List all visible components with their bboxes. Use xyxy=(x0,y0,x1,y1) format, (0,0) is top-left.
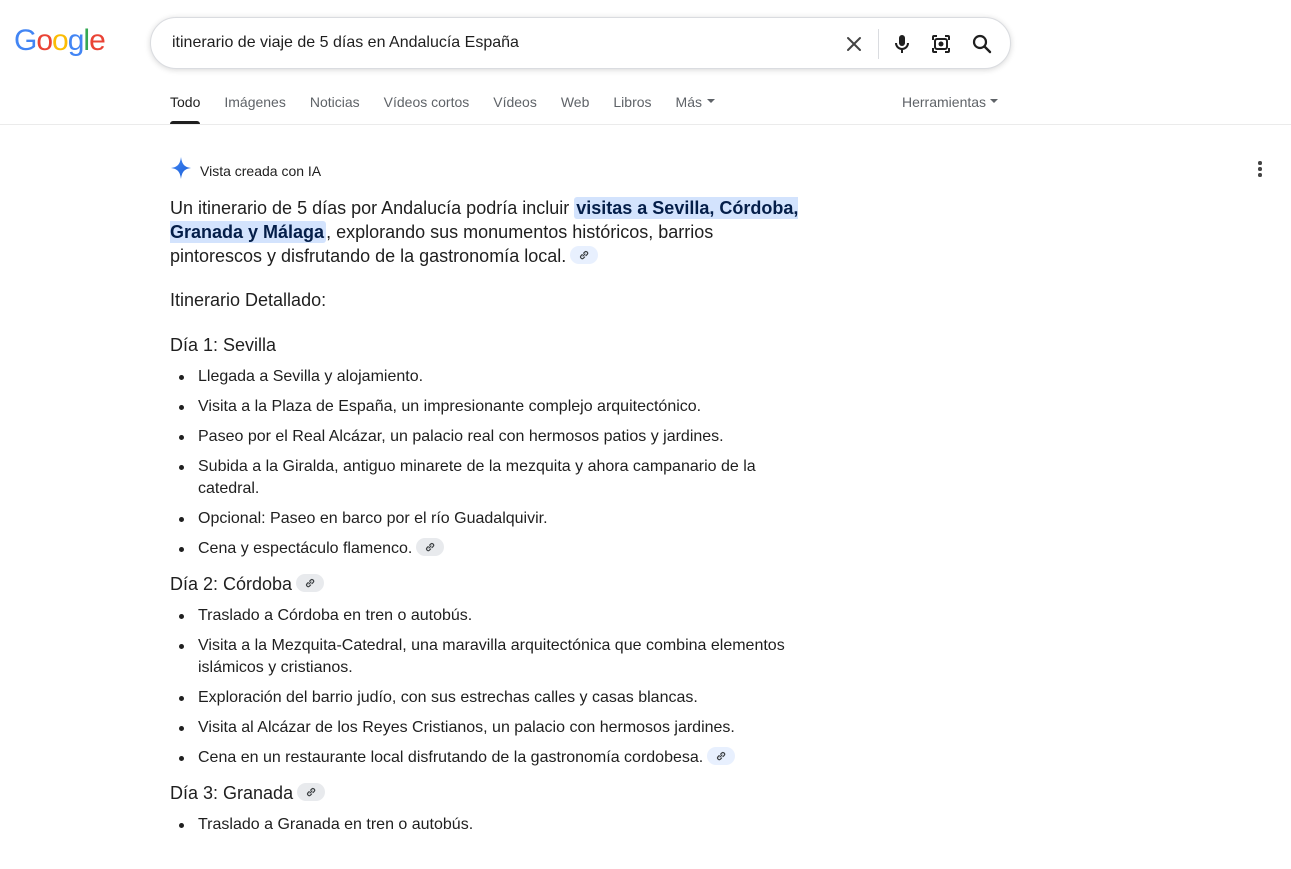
list-item: Paseo por el Real Alcázar, un palacio re… xyxy=(170,426,810,448)
ai-overview-header: Vista creada con IA xyxy=(170,156,321,185)
list-item: Visita al Alcázar de los Reyes Cristiano… xyxy=(170,717,810,739)
search-input[interactable]: itinerario de viaje de 5 días en Andaluc… xyxy=(172,34,519,52)
ai-overview-content: Un itinerario de 5 días por Andalucía po… xyxy=(170,196,810,844)
link-icon xyxy=(580,251,589,260)
intro-text-pre: Un itinerario de 5 días por Andalucía po… xyxy=(170,198,575,218)
logo-letter-g2: g xyxy=(67,24,85,57)
day-1-title: Día 1: Sevilla xyxy=(170,335,277,355)
microphone-icon[interactable] xyxy=(890,32,914,56)
day-2-title-text: Día 2: Córdoba xyxy=(170,574,293,594)
list-item-text: Cena en un restaurante local disfrutando… xyxy=(198,749,704,766)
logo-letter-o1: o xyxy=(36,24,53,57)
list-item: Subida a la Giralda, antiguo minarete de… xyxy=(170,456,810,500)
source-link-chip[interactable] xyxy=(707,746,736,765)
ai-overview-label: Vista creada con IA xyxy=(200,162,322,179)
search-tabs: Todo Imágenes Noticias Vídeos cortos Víd… xyxy=(170,94,739,124)
clear-icon[interactable] xyxy=(842,32,866,56)
day-3-title: Día 3: Granada xyxy=(170,783,810,804)
tab-videos-cortos[interactable]: Vídeos cortos xyxy=(384,94,470,124)
tab-mas-label: Más xyxy=(675,94,702,110)
tab-videos[interactable]: Vídeos xyxy=(493,94,537,124)
list-item: Visita a la Plaza de España, un impresio… xyxy=(170,396,810,418)
search-divider xyxy=(878,29,879,59)
link-icon xyxy=(306,579,315,588)
list-item: Cena y espectáculo flamenco. xyxy=(170,537,810,560)
search-icon[interactable] xyxy=(970,32,994,56)
logo-letter-o2: o xyxy=(52,24,69,57)
source-link-chip[interactable] xyxy=(416,537,445,556)
tab-noticias[interactable]: Noticias xyxy=(310,94,360,124)
list-item: Exploración del barrio judío, con sus es… xyxy=(170,687,810,709)
day-3-title-text: Día 3: Granada xyxy=(170,783,294,803)
header-divider xyxy=(0,124,1291,125)
link-icon xyxy=(717,751,726,760)
sparkle-icon xyxy=(170,156,192,185)
caret-down-icon xyxy=(706,99,715,104)
tools-button[interactable]: Herramientas xyxy=(902,94,999,110)
list-item: Opcional: Paseo en barco por el río Guad… xyxy=(170,508,810,530)
camera-lens-icon[interactable] xyxy=(929,32,953,56)
tab-imagenes[interactable]: Imágenes xyxy=(224,94,285,124)
list-item: Visita a la Mezquita-Catedral, una marav… xyxy=(170,635,810,679)
list-item: Llegada a Sevilla y alojamiento. xyxy=(170,366,810,388)
day-2-list: Traslado a Córdoba en tren o autobús. Vi… xyxy=(170,605,810,769)
ai-intro-paragraph: Un itinerario de 5 días por Andalucía po… xyxy=(170,196,810,268)
tab-todo[interactable]: Todo xyxy=(170,94,201,124)
detailed-itinerary-title: Itinerario Detallado: xyxy=(170,290,327,310)
list-item: Traslado a Córdoba en tren o autobús. xyxy=(170,605,810,627)
source-link-chip[interactable] xyxy=(297,783,326,802)
more-options-icon[interactable] xyxy=(1252,158,1268,180)
list-item: Traslado a Granada en tren o autobús. xyxy=(170,814,810,836)
search-box[interactable]: itinerario de viaje de 5 días en Andaluc… xyxy=(150,17,1011,69)
source-link-chip[interactable] xyxy=(570,246,599,265)
source-link-chip[interactable] xyxy=(296,574,325,593)
logo-letter-g: G xyxy=(14,24,37,57)
day-3-list: Traslado a Granada en tren o autobús. xyxy=(170,814,810,836)
caret-down-icon xyxy=(990,99,999,104)
link-icon xyxy=(426,542,435,551)
google-logo[interactable]: Google xyxy=(14,24,106,57)
day-1-list: Llegada a Sevilla y alojamiento. Visita … xyxy=(170,366,810,560)
tools-label: Herramientas xyxy=(902,94,987,110)
tab-libros[interactable]: Libros xyxy=(613,94,651,124)
list-item: Cena en un restaurante local disfrutando… xyxy=(170,746,810,769)
day-2-title: Día 2: Córdoba xyxy=(170,574,810,595)
list-item-text: Cena y espectáculo flamenco. xyxy=(198,540,413,557)
logo-letter-e: e xyxy=(89,24,106,57)
link-icon xyxy=(307,788,316,797)
tab-web[interactable]: Web xyxy=(561,94,590,124)
tab-mas[interactable]: Más xyxy=(676,94,715,124)
